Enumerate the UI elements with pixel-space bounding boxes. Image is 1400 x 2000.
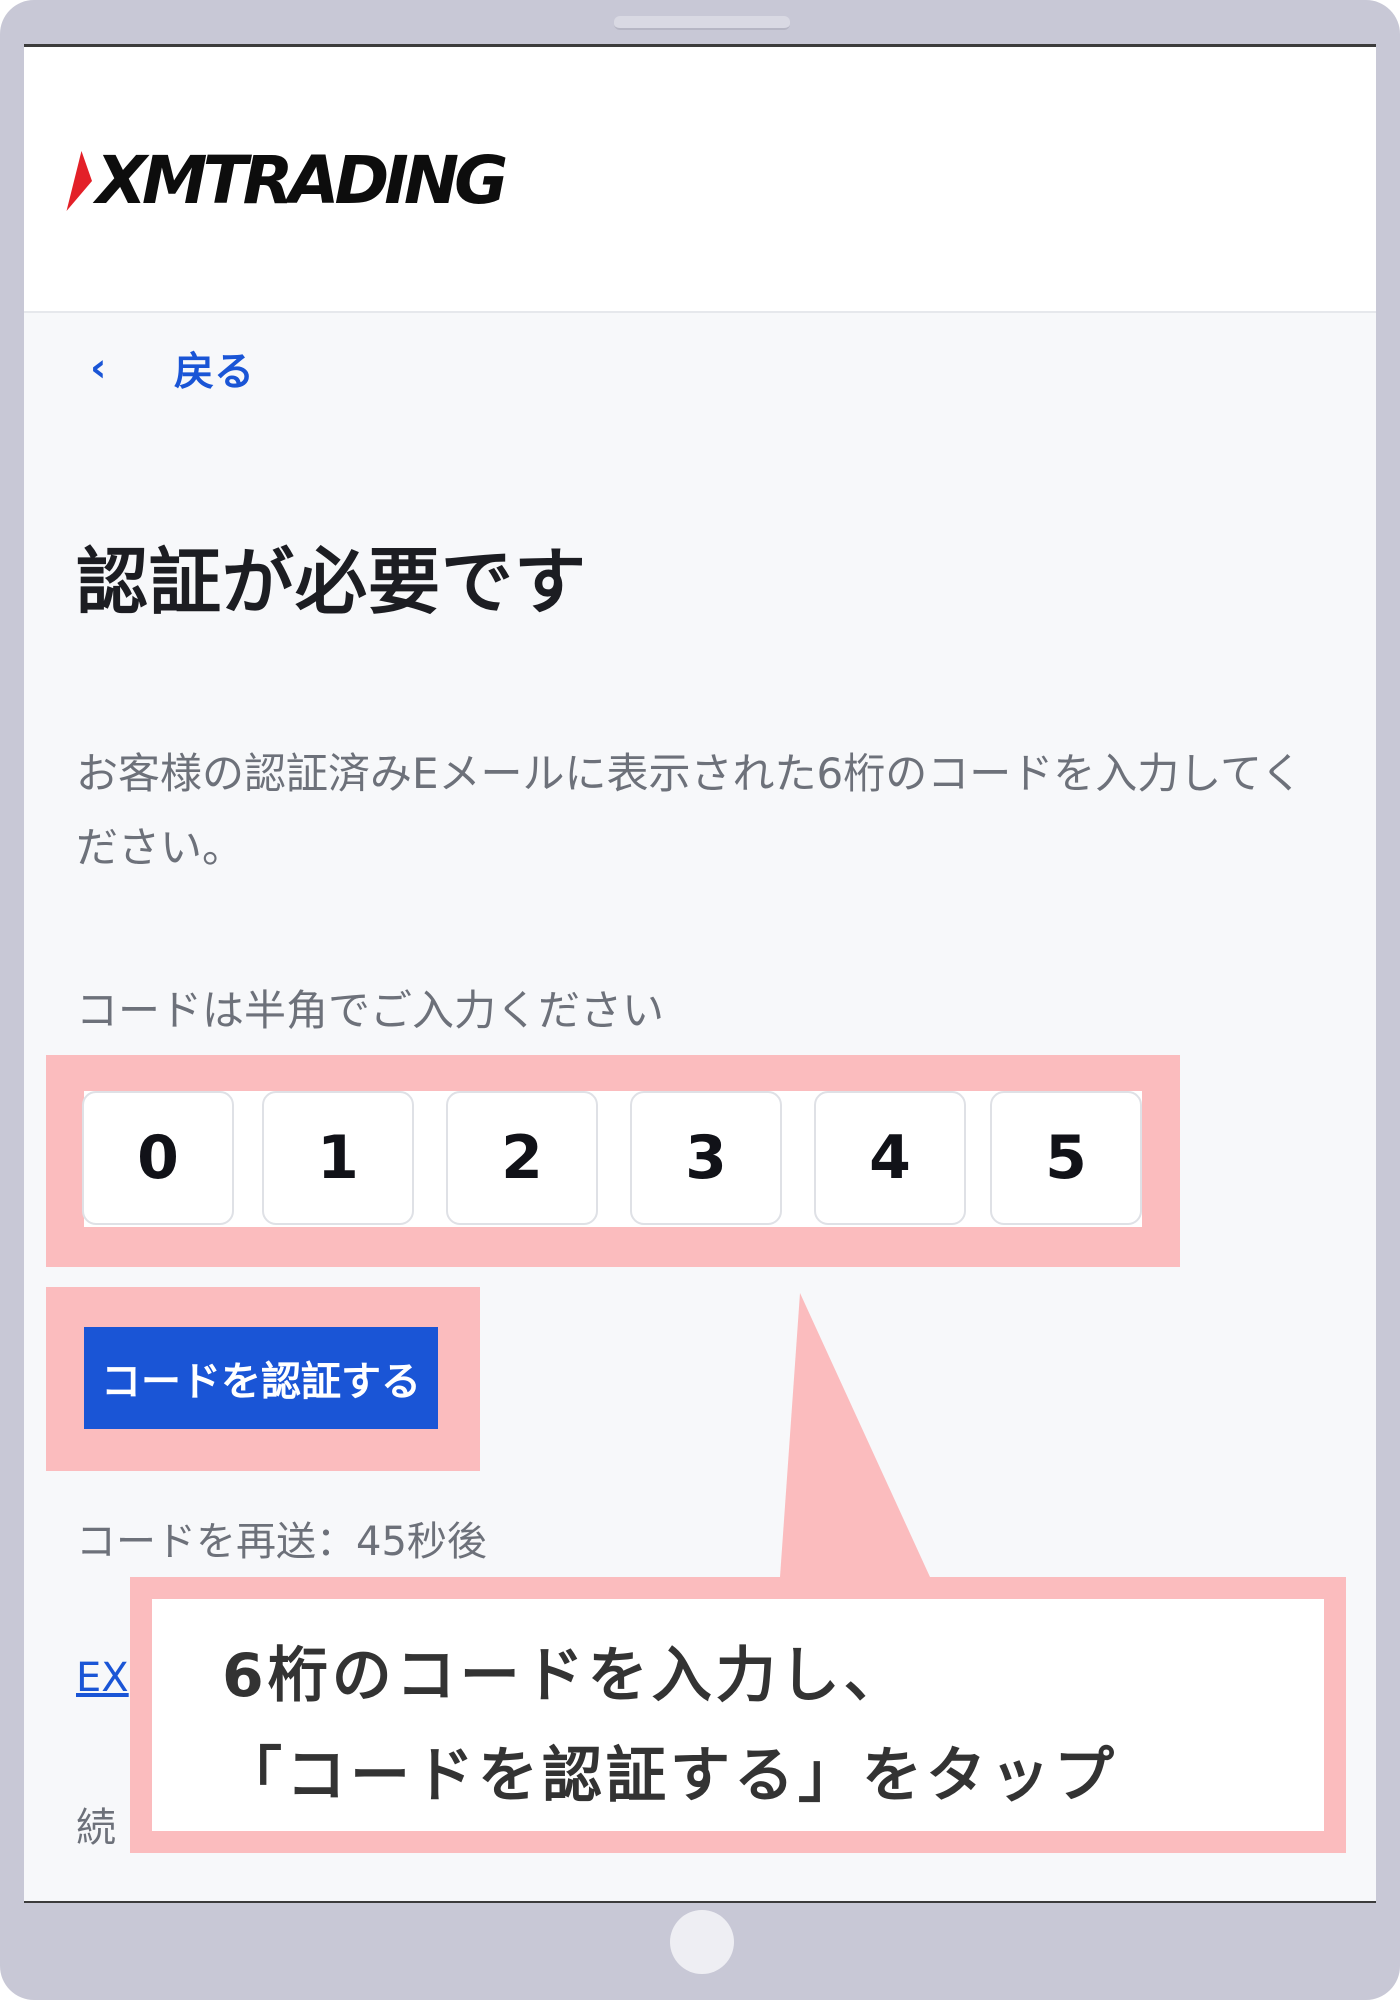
- instruction-callout: 6桁のコードを入力し、 「コードを認証する」をタップ: [130, 1577, 1346, 1853]
- speaker-slot: [614, 16, 790, 30]
- tablet-frame: XMTRADING ‹ 戻る 認証が必要です お客様の認証済みEメールに表示され…: [0, 0, 1400, 2000]
- callout-line-1: 6桁のコードを入力し、: [222, 1641, 908, 1711]
- callout-body: 6桁のコードを入力し、 「コードを認証する」をタップ: [152, 1599, 1324, 1831]
- screen: XMTRADING ‹ 戻る 認証が必要です お客様の認証済みEメールに表示され…: [24, 44, 1376, 1903]
- callout-line-2: 「コードを認証する」をタップ: [222, 1741, 1118, 1811]
- home-button-icon[interactable]: [670, 1910, 734, 1974]
